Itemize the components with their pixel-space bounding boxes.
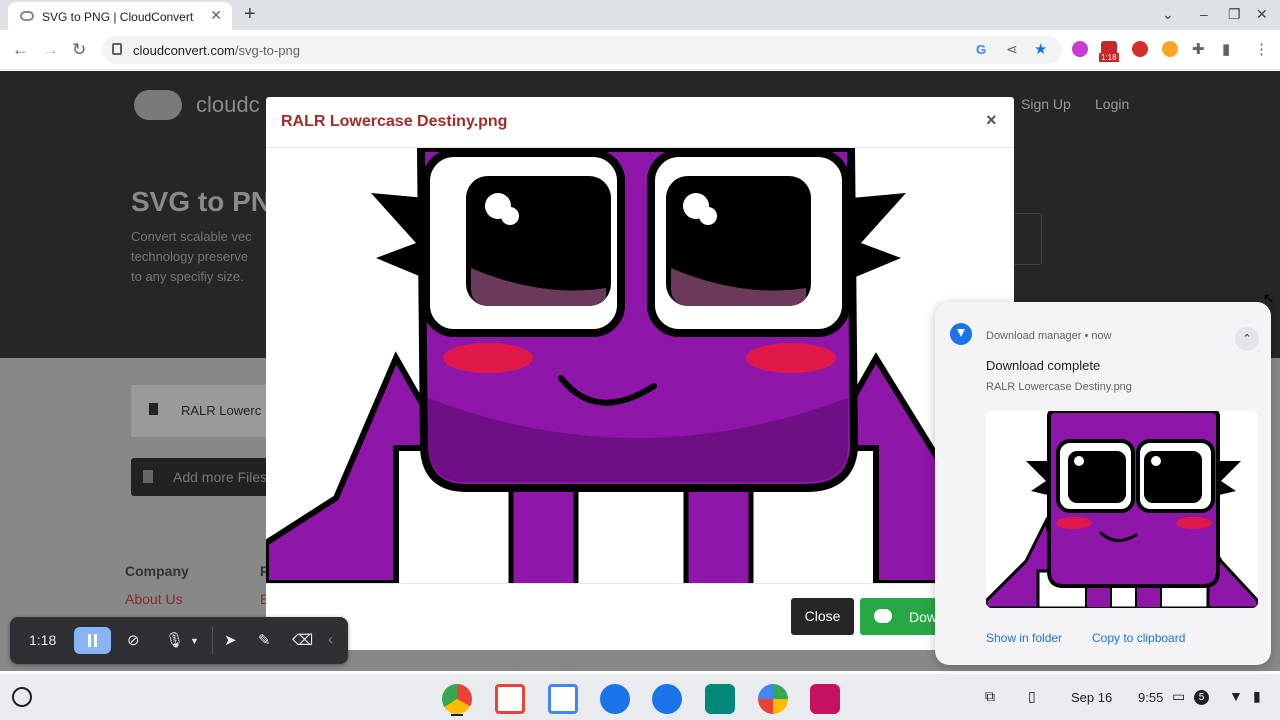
show-in-folder-button[interactable]: Show in folder bbox=[986, 631, 1062, 645]
side-panel-icon[interactable]: ▮ bbox=[1222, 40, 1230, 58]
eraser-icon[interactable]: ⌫ bbox=[292, 631, 313, 649]
format-select[interactable] bbox=[1012, 213, 1042, 265]
pen-icon[interactable]: ✎ bbox=[258, 631, 271, 649]
recording-timer: 1:18 bbox=[29, 632, 57, 648]
extensions-puzzle-icon[interactable]: ✚ bbox=[1192, 40, 1205, 58]
minimize-icon[interactable]: – bbox=[1200, 6, 1208, 22]
url-host: cloudconvert.com bbox=[133, 43, 235, 58]
microphone-icon[interactable]: 🎙 bbox=[165, 631, 184, 649]
tab-active[interactable]: SVG to PNG | CloudConvert ✕ bbox=[8, 2, 232, 30]
extension-badge: 1:18 bbox=[1099, 53, 1119, 62]
copy-to-clipboard-button[interactable]: Copy to clipboard bbox=[1092, 631, 1185, 645]
notification-thumbnail[interactable] bbox=[986, 411, 1258, 608]
shelf-time[interactable]: 9:55 bbox=[1138, 690, 1163, 705]
bookmark-star-icon[interactable]: ★ bbox=[1034, 40, 1047, 58]
extension-purple-icon[interactable] bbox=[1072, 41, 1088, 57]
share-icon[interactable]: ⋖ bbox=[1006, 41, 1018, 58]
forward-icon[interactable]: → bbox=[42, 40, 59, 60]
active-indicator bbox=[451, 714, 463, 716]
chevron-up-icon[interactable]: ⌃ bbox=[1235, 327, 1259, 351]
hero-desc-line: technology preserve bbox=[131, 249, 249, 264]
extension-orange-icon[interactable] bbox=[1162, 41, 1178, 57]
footer-company-heading: Company bbox=[125, 563, 189, 579]
reload-icon[interactable]: ↻ bbox=[72, 40, 86, 60]
lock-icon bbox=[112, 43, 122, 55]
screen-capture-icon[interactable]: ▭ bbox=[1172, 688, 1185, 705]
tab-close-icon[interactable]: ✕ bbox=[210, 7, 222, 24]
mic-dropdown-icon[interactable]: ▼ bbox=[190, 636, 199, 646]
login-link[interactable]: Login bbox=[1095, 96, 1129, 112]
window-close-icon[interactable]: ✕ bbox=[1256, 6, 1268, 23]
cloud-download-icon bbox=[874, 609, 892, 623]
gmail-app-icon[interactable] bbox=[495, 684, 525, 714]
url-path: /svg-to-png bbox=[234, 43, 300, 58]
shelf-date[interactable]: Sep 16 bbox=[1071, 690, 1112, 705]
about-us-link[interactable]: About Us bbox=[125, 591, 183, 607]
meet-app-icon[interactable] bbox=[705, 684, 735, 714]
clipboard-icon[interactable]: ⧉ bbox=[985, 688, 995, 705]
logo-text: cloudc bbox=[196, 92, 260, 117]
pause-button[interactable] bbox=[74, 627, 111, 654]
camera-off-icon[interactable]: ⊘ bbox=[127, 631, 140, 649]
notification-source: Download manager • now bbox=[986, 330, 1112, 342]
file-icon bbox=[149, 403, 158, 415]
screencast-app-icon[interactable] bbox=[810, 684, 840, 714]
hero-desc-line: Convert scalable vec bbox=[131, 229, 252, 244]
maximize-icon[interactable]: ❐ bbox=[1228, 6, 1241, 23]
battery-icon[interactable]: ▮ bbox=[1253, 688, 1261, 705]
pointer-icon[interactable]: ➤ bbox=[224, 631, 237, 649]
modal-close-icon[interactable]: × bbox=[986, 110, 997, 131]
address-bar[interactable]: cloudconvert.com/svg-to-png G ⋖ ★ bbox=[102, 36, 1062, 64]
notification-title: Download complete bbox=[986, 358, 1101, 373]
cloud-favicon-icon bbox=[20, 11, 34, 21]
launcher-icon[interactable] bbox=[12, 687, 32, 707]
cloud-logo-icon bbox=[134, 90, 182, 120]
file-name: RALR Lowerc bbox=[181, 403, 262, 418]
character-image bbox=[266, 148, 1014, 583]
modal-footer-divider bbox=[266, 583, 1014, 584]
menu-kebab-icon[interactable]: ⋮ bbox=[1254, 40, 1269, 58]
thumbnail-image bbox=[986, 411, 1258, 608]
hero-desc-line: to any specifiy size. bbox=[131, 269, 244, 284]
notification-count-badge[interactable]: 5 bbox=[1194, 690, 1209, 705]
signup-link[interactable]: Sign Up bbox=[1021, 96, 1071, 112]
messages-app-icon[interactable] bbox=[652, 684, 682, 714]
phone-hub-icon[interactable]: ▯ bbox=[1028, 688, 1036, 705]
extension-red-icon[interactable] bbox=[1132, 41, 1148, 57]
calendar-app-icon[interactable] bbox=[548, 684, 578, 714]
add-more-files-button[interactable]: Add more Files bbox=[131, 458, 271, 496]
tab-search-icon[interactable]: ⌄ bbox=[1162, 6, 1174, 23]
collapse-icon[interactable]: ‹ bbox=[328, 631, 333, 648]
download-button[interactable]: Dow bbox=[860, 598, 940, 635]
wifi-icon[interactable]: ▼ bbox=[1229, 688, 1243, 704]
chrome-app-icon[interactable] bbox=[442, 684, 472, 714]
play-store-icon[interactable] bbox=[758, 684, 788, 714]
download-label: Dow bbox=[909, 609, 938, 625]
download-icon bbox=[950, 323, 972, 345]
back-icon[interactable]: ← bbox=[12, 40, 29, 60]
files-app-icon[interactable] bbox=[600, 684, 630, 714]
image-preview bbox=[266, 148, 1014, 583]
notification-file: RALR Lowercase Destiny.png bbox=[986, 381, 1132, 393]
google-lens-icon[interactable]: G bbox=[976, 42, 986, 57]
close-button[interactable]: Close bbox=[791, 598, 854, 635]
file-plus-icon bbox=[143, 470, 153, 483]
file-row: RALR Lowerc bbox=[131, 385, 281, 437]
tab-title: SVG to PNG | CloudConvert bbox=[42, 10, 194, 24]
modal-title: RALR Lowercase Destiny.png bbox=[281, 113, 508, 130]
recorder-divider bbox=[212, 627, 213, 654]
hero-title: SVG to PN bbox=[131, 186, 272, 217]
new-tab-button[interactable]: + bbox=[244, 3, 256, 26]
mouse-cursor-icon: ↖ bbox=[1263, 290, 1275, 306]
add-more-label: Add more Files bbox=[173, 469, 268, 485]
